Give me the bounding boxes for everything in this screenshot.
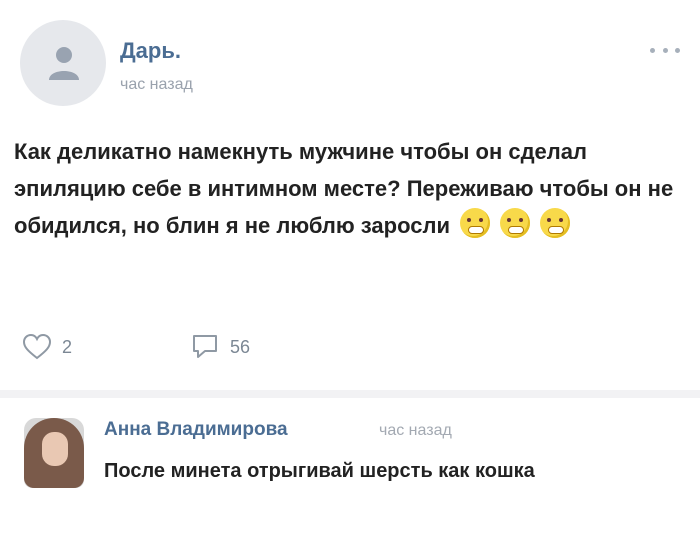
avatar[interactable]	[20, 20, 106, 106]
commenter-avatar[interactable]	[24, 418, 84, 488]
comment-text: После минета отрыгивай шерсть как кошка	[104, 460, 535, 482]
dot	[650, 47, 655, 53]
comment-count: 56	[230, 336, 251, 357]
comment-icon	[193, 335, 217, 358]
dot	[662, 47, 668, 53]
grimace-emoji-icon	[500, 208, 531, 238]
post-header: Дарь. час назад	[20, 20, 680, 110]
comment-item: Анна Владимирова час назад После минета …	[24, 414, 684, 524]
like-button[interactable]: 2	[22, 333, 72, 361]
post-text-content: Как деликатно намекнуть мужчине чтобы он…	[14, 139, 674, 238]
avatar-face	[42, 432, 68, 466]
comment-author[interactable]: Анна Владимирова	[104, 419, 288, 441]
grimace-emoji-icon	[540, 208, 571, 238]
grimace-emoji-icon	[460, 208, 491, 238]
comment-time[interactable]: час назад	[379, 422, 452, 440]
post-card: Дарь. час назад Как деликатно намекнуть …	[0, 0, 700, 536]
like-count: 2	[62, 336, 73, 357]
dot	[675, 47, 680, 53]
post-time[interactable]: час назад	[120, 76, 193, 94]
post-actions: 2 56	[22, 333, 522, 363]
comments-button[interactable]: 56	[190, 333, 250, 361]
post-author[interactable]: Дарь.	[120, 38, 181, 64]
user-icon	[49, 47, 79, 80]
divider	[0, 390, 700, 398]
heart-icon	[22, 333, 52, 360]
post-text: Как деликатно намекнуть мужчине чтобы он…	[14, 133, 690, 244]
more-icon[interactable]	[650, 40, 680, 60]
